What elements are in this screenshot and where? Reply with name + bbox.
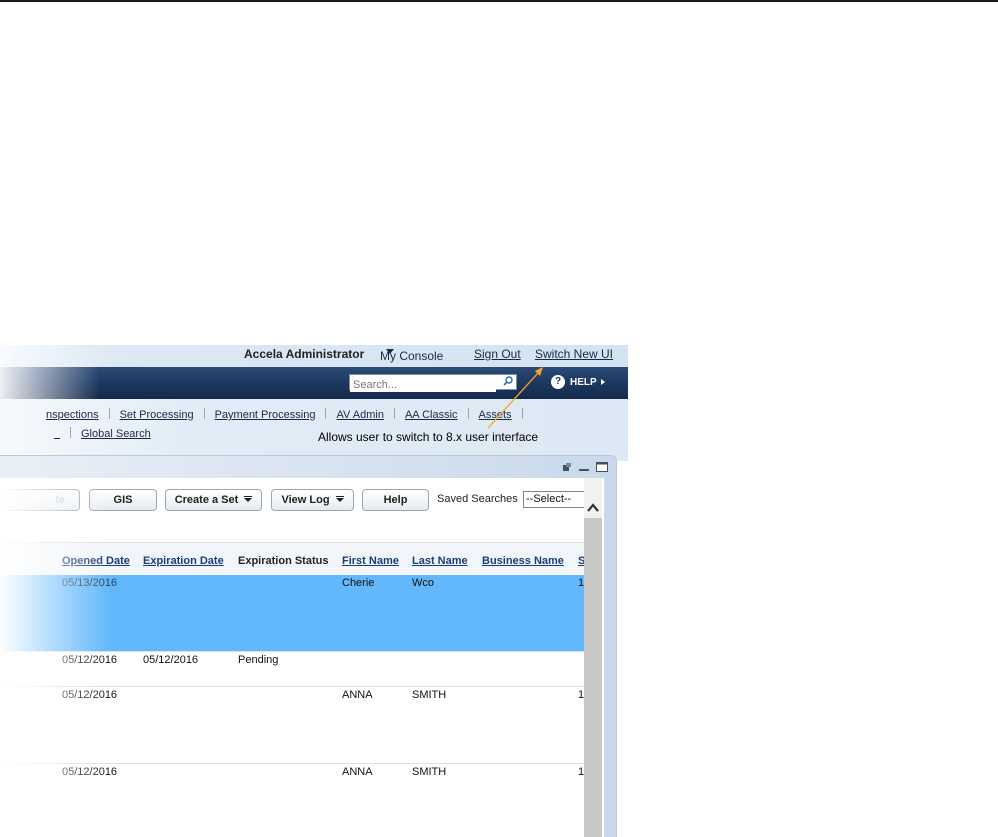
cell-first-name: ANNA <box>342 766 373 778</box>
dropdown-icon <box>244 496 253 502</box>
help-label: HELP <box>570 376 597 388</box>
records-portlet: te GIS Create a Set View Log Help Saved … <box>0 455 617 837</box>
chevron-up-icon[interactable] <box>587 502 599 514</box>
screenshot-frame: Accela Administrator My Console Sign Out… <box>0 345 640 837</box>
sign-out-link[interactable]: Sign Out <box>474 347 521 361</box>
cell-expiration-status: Pending <box>238 654 279 666</box>
maximize-icon[interactable] <box>596 462 608 472</box>
saved-searches-label: Saved Searches <box>437 493 518 505</box>
nav-link-partial[interactable] <box>54 427 60 439</box>
minimize-icon[interactable] <box>579 462 589 472</box>
help-icon: ? <box>551 375 565 389</box>
cell-last-name: Wco <box>412 577 434 589</box>
banner-bar: ? HELP <box>0 367 628 399</box>
column-business-name[interactable]: Business Name <box>482 555 564 567</box>
cell-opened-date: 05/13/2016 <box>62 577 118 589</box>
nav-link-set-processing[interactable]: Set Processing <box>120 409 194 421</box>
refresh-icon[interactable] <box>562 462 572 472</box>
nav-divider <box>203 408 205 419</box>
vertical-scrollbar[interactable] <box>584 478 602 837</box>
search-icon[interactable] <box>503 376 513 386</box>
switch-new-ui-link[interactable]: Switch New UI <box>535 347 613 361</box>
navigation-area: nspections Set Processing Payment Processi… <box>0 399 628 461</box>
column-expiration-status: Expiration Status <box>238 555 329 567</box>
portlet-controls <box>562 462 608 472</box>
records-grid: Opened Date Expiration Date Expiration S… <box>0 542 584 837</box>
column-opened-date[interactable]: Opened Date <box>62 555 130 567</box>
caret-down-icon <box>386 349 394 354</box>
table-row[interactable]: 05/12/2016 05/12/2016 Pending <box>0 652 584 687</box>
column-expiration-date[interactable]: Expiration Date <box>143 555 224 567</box>
create-set-button[interactable]: Create a Set <box>165 489 262 511</box>
global-search-box <box>349 374 517 392</box>
nav-row-1: nspections Set Processing Payment Processi… <box>46 408 533 421</box>
arrow-right-icon <box>600 379 605 385</box>
dropdown-icon <box>335 496 344 502</box>
cell-last-name: SMITH <box>412 766 447 778</box>
nav-divider <box>393 408 395 419</box>
nav-divider <box>325 408 327 419</box>
column-last-name[interactable]: Last Name <box>412 555 468 567</box>
search-input[interactable] <box>350 378 496 392</box>
cell-opened-date: 05/12/2016 <box>62 654 118 666</box>
table-row[interactable]: 05/12/2016 ANNA SMITH 1 <box>0 687 584 764</box>
nav-link-aa-classic[interactable]: AA Classic <box>405 409 458 421</box>
nav-link-payment-processing[interactable]: Payment Processing <box>215 409 316 421</box>
view-log-label: View Log <box>281 494 330 506</box>
nav-divider <box>467 408 469 419</box>
nav-divider <box>108 408 110 419</box>
nav-divider <box>70 427 71 438</box>
banner-fade <box>0 367 100 399</box>
cell-last-name: SMITH <box>412 689 447 701</box>
help-menu[interactable]: ? HELP <box>551 375 605 389</box>
portlet-content: te GIS Create a Set View Log Help Saved … <box>0 478 604 837</box>
nav-divider <box>521 408 523 419</box>
saved-searches-select[interactable]: --Select-- <box>523 491 584 508</box>
partial-button[interactable]: te <box>0 489 80 511</box>
cell-expiration-date: 05/12/2016 <box>143 654 199 666</box>
nav-link-global-search[interactable]: Global Search <box>81 428 151 440</box>
cell-first-name: ANNA <box>342 689 373 701</box>
cell-opened-date: 05/12/2016 <box>62 766 118 778</box>
nav-link-inspections[interactable]: nspections <box>46 409 99 421</box>
user-bar: Accela Administrator My Console Sign Out… <box>0 345 628 367</box>
nav-link-av-admin[interactable]: AV Admin <box>336 409 384 421</box>
column-first-name[interactable]: First Name <box>342 555 399 567</box>
cell-first-name: Cherie <box>342 577 375 589</box>
nav-link-assets[interactable]: Assets <box>479 409 512 421</box>
nav-row-2: Global Search <box>54 427 151 440</box>
annotation-callout: Allows user to switch to 8.x user interf… <box>318 430 539 444</box>
gis-button[interactable]: GIS <box>89 489 157 511</box>
table-row-selected[interactable]: 05/13/2016 Cherie Wco 1 <box>0 575 584 652</box>
cell-opened-date: 05/12/2016 <box>62 689 118 701</box>
help-button[interactable]: Help <box>362 489 429 511</box>
user-name: Accela Administrator <box>244 347 365 361</box>
view-log-button[interactable]: View Log <box>271 489 354 511</box>
top-border <box>0 0 998 2</box>
create-set-label: Create a Set <box>174 494 239 506</box>
grid-toolbar: te GIS Create a Set View Log Help Saved … <box>0 489 584 515</box>
table-row[interactable]: 05/12/2016 ANNA SMITH 1 <box>0 764 584 837</box>
grid-header: Opened Date Expiration Date Expiration S… <box>0 542 584 577</box>
